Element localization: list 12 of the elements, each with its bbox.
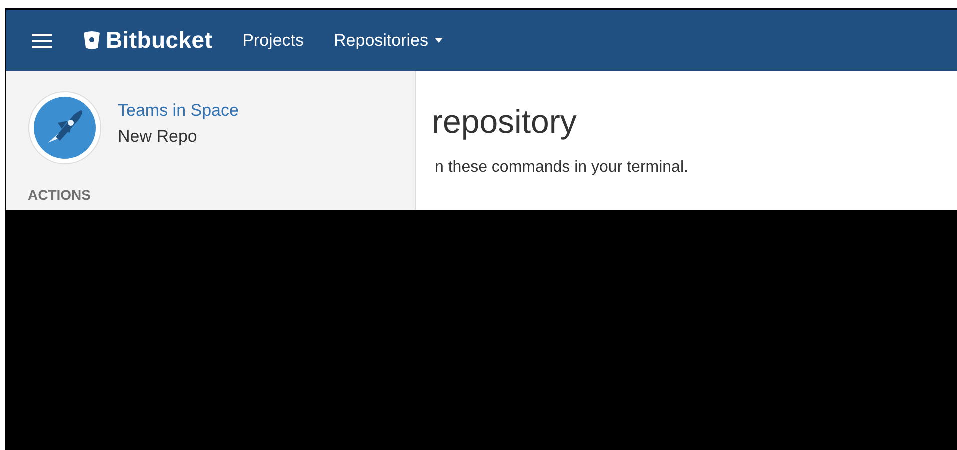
brand-name[interactable]: Bitbucket xyxy=(106,27,213,54)
caret-icon xyxy=(434,38,443,43)
bucket-logo-icon[interactable] xyxy=(84,31,100,50)
nav-link[interactable]: Projects xyxy=(242,30,304,50)
project-link[interactable]: Teams in Space xyxy=(118,101,239,121)
section-heading: ACTIONS xyxy=(28,187,92,203)
nav-link[interactable]: Repositories xyxy=(334,30,443,50)
rocket-avatar-icon xyxy=(28,91,102,165)
menu-icon[interactable] xyxy=(32,32,52,48)
page-heading: repository xyxy=(432,103,578,141)
instruction-text: n these commands in your terminal. xyxy=(435,159,690,177)
repo-name: New Repo xyxy=(118,127,198,147)
